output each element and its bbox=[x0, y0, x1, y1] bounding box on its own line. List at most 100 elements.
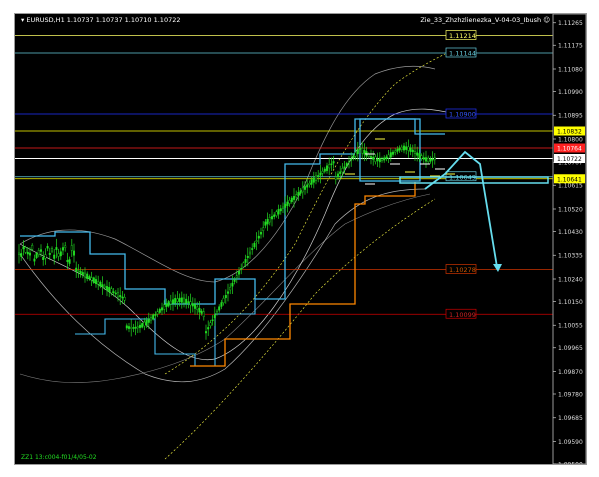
candle-body bbox=[55, 247, 58, 250]
dashed-projection-high bbox=[164, 53, 446, 375]
candle-body bbox=[163, 304, 166, 310]
candle-body bbox=[211, 319, 214, 322]
candle-body bbox=[414, 151, 417, 154]
indicator-name: Zie_33_Zhzhzlienezka_V-04-03_Ibush ☺ bbox=[420, 16, 550, 24]
upper-envelope-line bbox=[19, 108, 456, 361]
candle-body bbox=[259, 232, 262, 235]
candle-body bbox=[182, 297, 185, 304]
candle-body bbox=[420, 155, 423, 159]
symbol-header: ▾ EURUSD,H1 1.10737 1.10737 1.10710 1.10… bbox=[21, 16, 180, 24]
candle-body bbox=[125, 325, 128, 329]
candle-body bbox=[149, 317, 152, 321]
lower-envelope-line bbox=[19, 188, 426, 383]
candle-body bbox=[363, 149, 366, 155]
candle-body bbox=[328, 164, 331, 169]
candle-body bbox=[103, 285, 106, 288]
candle-body bbox=[233, 279, 236, 282]
candle-body bbox=[337, 173, 340, 178]
candle-body bbox=[356, 149, 359, 155]
candle-body bbox=[425, 157, 428, 162]
price-tag-label: 1.10832 bbox=[557, 129, 582, 136]
candle-body bbox=[394, 150, 397, 153]
candle-body bbox=[141, 323, 144, 328]
symbol-info-text: EURUSD,H1 1.10737 1.10737 1.10710 1.1072… bbox=[26, 16, 181, 24]
candle-body bbox=[114, 292, 117, 295]
candle-body bbox=[193, 304, 196, 309]
candle-body bbox=[158, 308, 161, 313]
candle-body bbox=[392, 151, 395, 155]
candle-body bbox=[171, 299, 174, 304]
price-tick-label: 1.11265 bbox=[558, 20, 583, 27]
candle-body bbox=[209, 322, 212, 327]
candle-body bbox=[160, 307, 163, 311]
candle-body bbox=[204, 331, 207, 334]
candle-body bbox=[86, 273, 89, 279]
candle-body bbox=[376, 158, 379, 161]
price-tick-label: 1.10240 bbox=[558, 276, 583, 283]
candle-body bbox=[28, 252, 31, 256]
candle-body bbox=[220, 302, 223, 307]
candle-body bbox=[372, 156, 375, 160]
cyan-channel-lower bbox=[75, 298, 285, 367]
candle-body bbox=[187, 301, 190, 304]
candle-body bbox=[152, 314, 155, 320]
candle-body bbox=[218, 306, 221, 311]
candle-body bbox=[427, 157, 430, 163]
candle-body bbox=[381, 158, 384, 161]
candle-body bbox=[105, 286, 108, 291]
candle-body bbox=[354, 152, 357, 157]
candle-body bbox=[64, 245, 67, 248]
price-tick-label: 1.10335 bbox=[558, 253, 583, 260]
forecast-arrow-head bbox=[493, 264, 502, 272]
price-tick-label: 1.10520 bbox=[558, 206, 583, 213]
candle-body bbox=[99, 281, 102, 287]
candle-body bbox=[180, 297, 183, 303]
candle-body bbox=[53, 254, 56, 259]
price-tick-label: 1.10430 bbox=[558, 229, 583, 236]
candle-body bbox=[398, 147, 401, 151]
candle-body bbox=[359, 148, 362, 150]
candle-body bbox=[108, 287, 111, 292]
candle-body bbox=[24, 247, 27, 253]
candle-body bbox=[279, 208, 282, 212]
candle-body bbox=[242, 262, 245, 268]
footer-label: ZZ1 13:c004-f01/4/05-02 bbox=[21, 454, 97, 461]
indicator-name-text: Zie_33_Zhzhzlienezka_V-04-03_Ibush bbox=[420, 16, 542, 24]
candle-body bbox=[385, 156, 388, 160]
candle-body bbox=[207, 327, 210, 330]
candle-body bbox=[81, 272, 84, 276]
candle-body bbox=[134, 326, 137, 329]
candle-body bbox=[156, 311, 159, 315]
price-tick-label: 1.09500 bbox=[558, 461, 583, 464]
candle-body bbox=[405, 146, 408, 150]
candle-body bbox=[136, 326, 139, 329]
candle-body bbox=[237, 271, 240, 275]
chart-window[interactable]: 1.11214 1.11144 1.10900 1.10649 1.10278 1.100… bbox=[14, 13, 587, 465]
candle-body bbox=[374, 156, 377, 162]
candle-body bbox=[127, 326, 130, 329]
candle-body bbox=[26, 251, 29, 255]
candle-body bbox=[200, 310, 203, 314]
candle-body bbox=[275, 211, 278, 216]
level-label-0: 1.11214 bbox=[449, 32, 476, 40]
price-tag-label: 1.10722 bbox=[557, 156, 582, 163]
candle-body bbox=[433, 157, 436, 161]
candle-body bbox=[132, 327, 135, 329]
candle-body bbox=[396, 148, 399, 152]
candle-body bbox=[154, 314, 157, 316]
candle-body bbox=[312, 177, 315, 183]
candle-body bbox=[244, 259, 247, 263]
candle-body bbox=[20, 253, 23, 257]
candle-body bbox=[367, 154, 370, 157]
candle-body bbox=[110, 288, 113, 294]
price-tick-label: 1.10055 bbox=[558, 323, 583, 330]
price-chart[interactable]: 1.112141.111441.109001.106491.102781.100… bbox=[15, 14, 586, 464]
candle-body bbox=[304, 186, 307, 190]
candle-body bbox=[178, 297, 181, 303]
candle-body bbox=[123, 297, 126, 301]
candle-body bbox=[90, 277, 93, 281]
candle-body bbox=[248, 251, 251, 255]
candle-body bbox=[326, 165, 329, 171]
candle-body bbox=[378, 157, 381, 163]
candle-body bbox=[257, 235, 260, 239]
